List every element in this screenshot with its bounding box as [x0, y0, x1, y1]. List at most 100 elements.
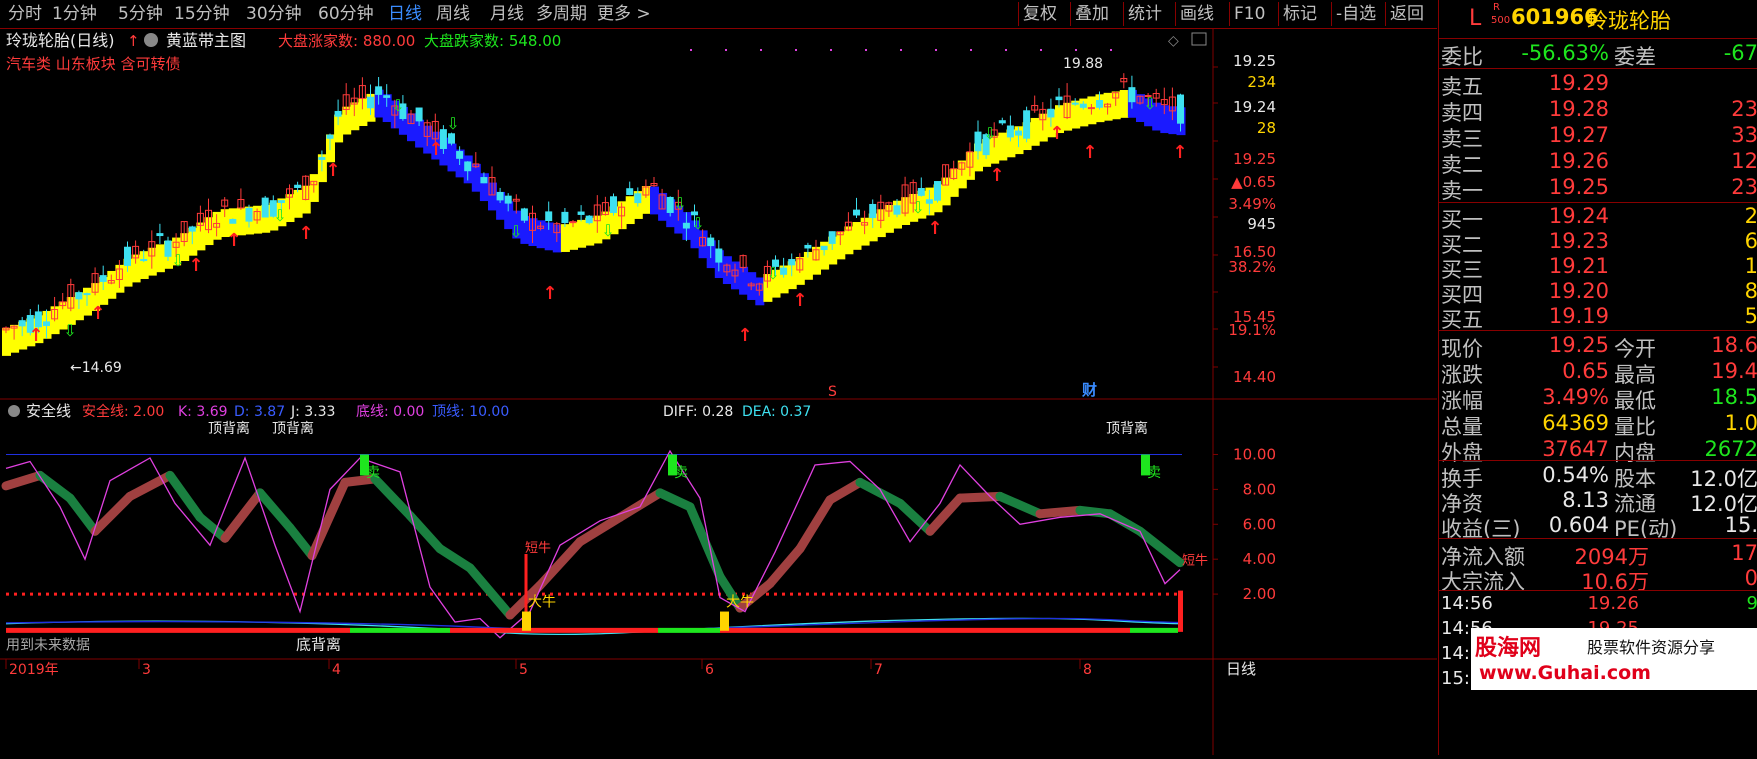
period-0[interactable]: 分时 — [8, 0, 42, 28]
period-9[interactable]: 多周期 — [536, 0, 587, 28]
k-value: K: 3.69 — [178, 404, 228, 420]
candle-down — [1047, 108, 1055, 118]
quote-value-2: 18.5 — [1711, 385, 1757, 409]
sell-level-label: 卖一 — [1441, 179, 1483, 203]
kd-band-rising — [1, 470, 45, 491]
action-0[interactable]: 复权 — [1023, 0, 1057, 28]
buy-row[interactable]: 买三 19.21 1 — [1439, 254, 1757, 282]
candle-down — [682, 222, 690, 229]
l-badge: L — [1469, 6, 1482, 31]
price-axis-label: ▲0.65 — [1231, 173, 1276, 191]
candle-down — [18, 320, 26, 327]
candle-down — [1015, 130, 1022, 136]
candle-down — [464, 161, 472, 172]
dot-marker — [1040, 49, 1042, 51]
candle-down — [780, 267, 788, 275]
period-2[interactable]: 5分钟 — [118, 0, 163, 28]
period-10[interactable]: 更多 > — [597, 0, 651, 28]
period-1[interactable]: 1分钟 — [52, 0, 97, 28]
sell-row[interactable]: 卖四 19.28 23 — [1439, 97, 1757, 125]
big-bull-label: 大牛 — [528, 594, 556, 610]
sell-row[interactable]: 卖二 19.26 12 — [1439, 149, 1757, 177]
candle-down — [520, 208, 528, 221]
trend-band-segment — [155, 244, 165, 273]
action-1[interactable]: 叠加 — [1075, 0, 1109, 28]
action-7[interactable]: 返回 — [1390, 0, 1424, 28]
buy-arrow-icon: ↑ — [1082, 142, 1097, 163]
trend-band-segment — [447, 143, 457, 172]
buy-row[interactable]: 买二 19.23 6 — [1439, 229, 1757, 257]
buy-arrow-icon: ↑ — [542, 283, 557, 304]
candle-down — [448, 133, 455, 144]
stock-header: L R 500 601966 玲珑轮胎 — [1439, 0, 1757, 37]
period-3[interactable]: 15分钟 — [174, 0, 230, 28]
buy-price: 19.24 — [1548, 204, 1609, 228]
buy-row[interactable]: 买一 19.24 2 — [1439, 204, 1757, 232]
buy-row[interactable]: 买四 19.20 8 — [1439, 279, 1757, 307]
sell-row[interactable]: 卖一 19.25 23 — [1439, 175, 1757, 203]
action-5[interactable]: 标记 — [1283, 0, 1317, 28]
period-7[interactable]: 周线 — [436, 0, 470, 28]
flow-row: 净流入额 2094万 17 — [1439, 541, 1757, 569]
price-axis-label: 19.25 — [1233, 52, 1276, 70]
period-6[interactable]: 日线 — [388, 0, 422, 28]
trend-band-segment — [998, 132, 1008, 161]
period-5[interactable]: 60分钟 — [318, 0, 374, 28]
period-8[interactable]: 月线 — [490, 0, 524, 28]
action-4[interactable]: F10 — [1234, 0, 1265, 28]
sell-arrow-icon: ⇩ — [509, 222, 522, 241]
kd-band-falling — [655, 488, 695, 512]
kd-band-rising — [925, 493, 965, 536]
action-6[interactable]: -自选 — [1336, 0, 1376, 28]
candle-down — [229, 218, 237, 224]
period-4[interactable]: 30分钟 — [246, 0, 302, 28]
dot-marker — [1005, 49, 1007, 51]
buy-row[interactable]: 买五 19.19 5 — [1439, 304, 1757, 332]
tick-time: 14:56 — [1441, 593, 1493, 614]
candle-down — [334, 110, 342, 117]
price-axis-label: 38.2% — [1228, 258, 1276, 276]
candle-down — [261, 197, 269, 218]
price-axis-label: 19.25 — [1233, 150, 1276, 168]
kd-band-rising — [795, 495, 835, 554]
sell-row[interactable]: 卖五 19.29 — [1439, 71, 1757, 99]
candle-down — [707, 237, 715, 247]
top-divergence-label: 顶背离 — [272, 420, 314, 437]
sell-price: 19.26 — [1548, 149, 1609, 173]
action-2[interactable]: 统计 — [1128, 0, 1162, 28]
buy-volume: 1 — [1744, 254, 1757, 278]
top-divergence-label: 顶背离 — [1106, 420, 1148, 437]
quote-row: 总量 64369 量比 1.0 — [1439, 411, 1757, 439]
candle-up — [1087, 107, 1095, 110]
kd-band-falling — [65, 493, 100, 536]
candle-down — [1071, 102, 1079, 105]
price-axis-label: 28 — [1257, 119, 1276, 137]
candle-down — [326, 134, 334, 139]
diamond-icon: ◇ — [1168, 33, 1179, 49]
sell-row[interactable]: 卖三 19.27 33 — [1439, 123, 1757, 151]
candle-down — [804, 244, 812, 249]
quote-value-2: 19.4 — [1711, 359, 1757, 383]
sell-arrow-icon: ⇩ — [446, 114, 459, 133]
candle-down — [43, 321, 50, 327]
candle-down — [1177, 94, 1184, 124]
candle-down — [156, 233, 164, 237]
r-badge: R — [1493, 2, 1500, 13]
sell-arrow-icon: ⇩ — [63, 321, 76, 340]
sell-arrow-icon: ⇩ — [171, 251, 184, 270]
candle-down — [415, 107, 423, 122]
candle-down — [1096, 100, 1103, 108]
sell-arrow-icon: ⇩ — [983, 124, 996, 143]
fund-value: 0.54% — [1542, 463, 1609, 487]
sell-arrow-icon: ⇩ — [601, 221, 614, 240]
candle-down — [140, 259, 148, 262]
buy-arrow-icon: ↑ — [737, 325, 752, 346]
kline-chart[interactable]: 玲珑轮胎(日线) ↑ 黄蓝带主图 大盘涨家数: 880.00 大盘跌家数: 548.00… — [0, 29, 1437, 755]
time-axis-label: 8 — [1083, 662, 1092, 678]
action-3[interactable]: 画线 — [1180, 0, 1214, 28]
kd-band-rising — [825, 477, 865, 505]
fund-value-2: 15. — [1724, 513, 1757, 537]
sell-signal-label: 卖 — [366, 465, 380, 481]
chart-area[interactable]: 玲珑轮胎(日线) ↑ 黄蓝带主图 大盘涨家数: 880.00 大盘跌家数: 548.00… — [0, 29, 1437, 755]
dot-marker — [935, 49, 937, 51]
